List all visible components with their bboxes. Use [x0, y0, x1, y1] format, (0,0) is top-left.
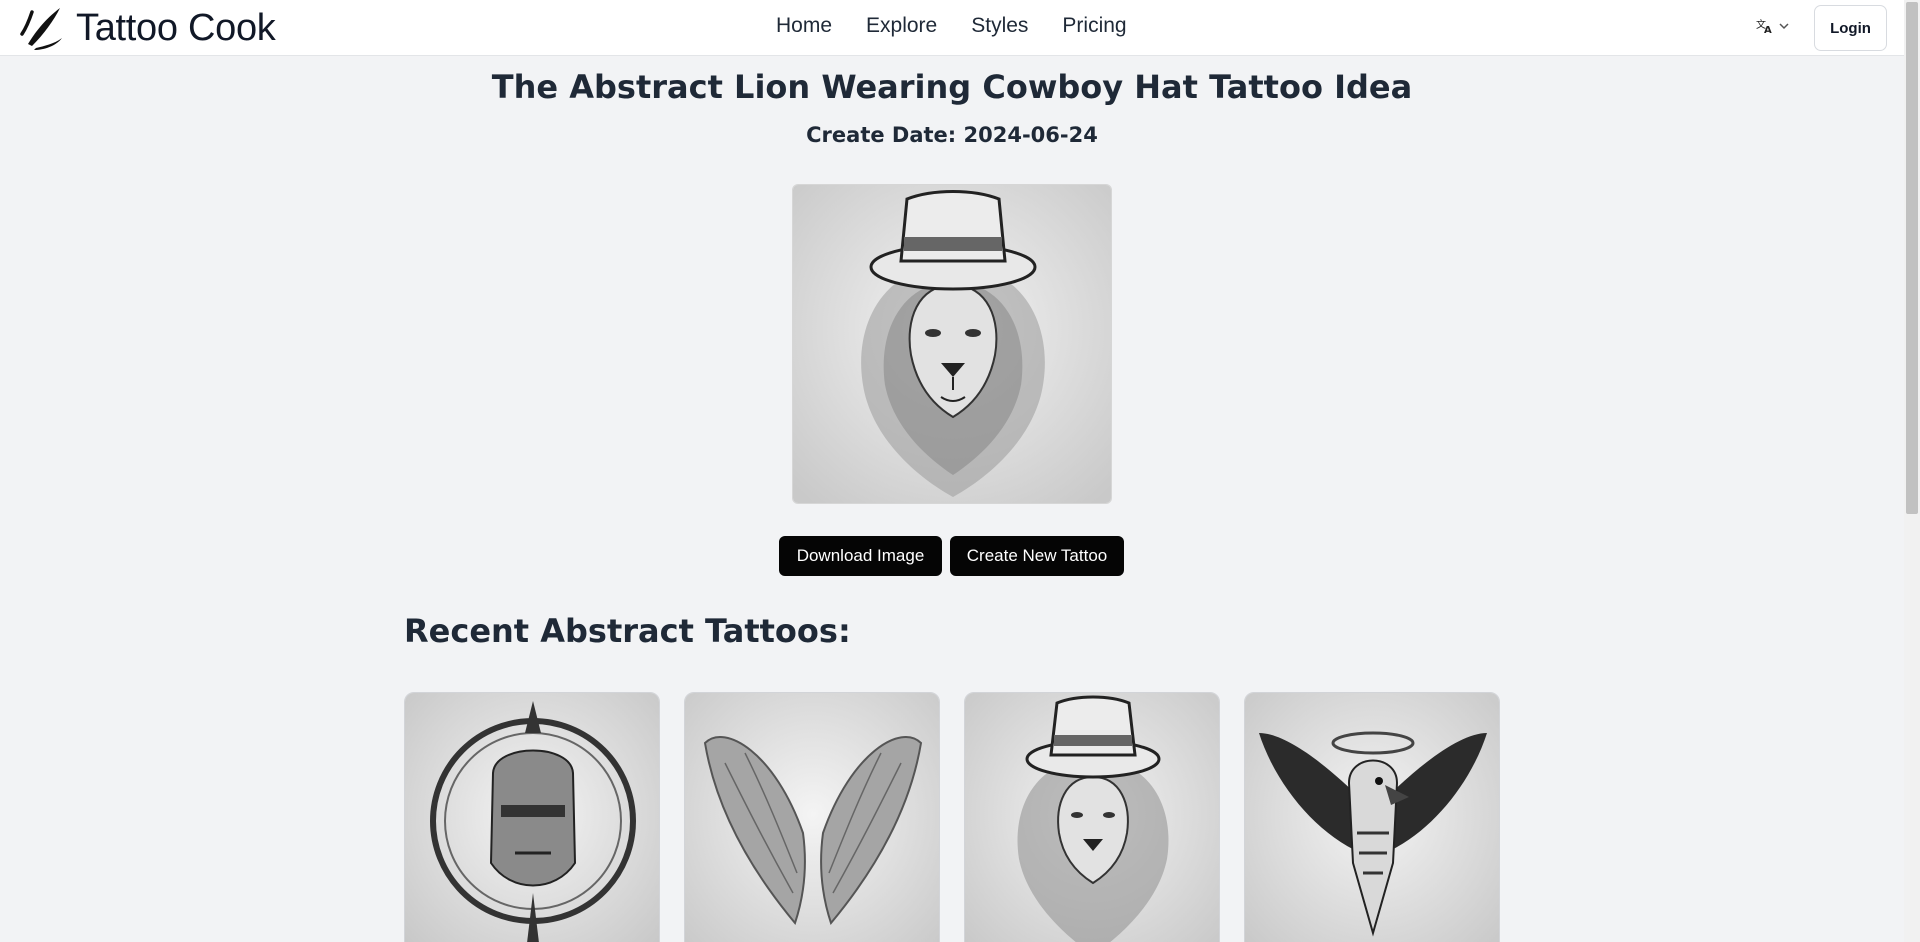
brush-logo-icon	[20, 8, 62, 50]
recent-tattoo-card-wings[interactable]	[684, 692, 940, 942]
recent-tattoo-card-eagle[interactable]	[1244, 692, 1500, 942]
nav-home[interactable]: Home	[776, 14, 832, 38]
nav-explore[interactable]: Explore	[866, 14, 937, 38]
download-image-button[interactable]: Download Image	[779, 536, 942, 576]
nav-pricing[interactable]: Pricing	[1062, 14, 1126, 38]
top-navbar: Tattoo Cook Home Explore Styles Pricing …	[0, 0, 1904, 56]
recent-tattoo-card-warrior[interactable]	[404, 692, 660, 942]
main-tattoo-image	[792, 184, 1112, 504]
recent-tattoo-card-lion[interactable]	[964, 692, 1220, 942]
create-new-tattoo-button[interactable]: Create New Tattoo	[950, 536, 1124, 576]
logo-text: Tattoo Cook	[76, 6, 276, 49]
chevron-down-icon	[1779, 23, 1789, 30]
page-title: The Abstract Lion Wearing Cowboy Hat Tat…	[491, 68, 1413, 106]
logo[interactable]: Tattoo Cook	[16, 4, 276, 52]
language-selector[interactable]: 文 A	[1756, 17, 1790, 35]
nav-styles[interactable]: Styles	[971, 14, 1028, 38]
svg-text:A: A	[1764, 25, 1772, 35]
create-date: Create Date: 2024-06-24	[806, 123, 1098, 147]
recent-tattoos-heading: Recent Abstract Tattoos:	[404, 612, 851, 650]
login-button[interactable]: Login	[1814, 5, 1887, 51]
translate-icon: 文 A	[1756, 18, 1772, 35]
scrollbar-thumb[interactable]	[1906, 2, 1918, 514]
main-nav: Home Explore Styles Pricing	[776, 14, 1161, 38]
